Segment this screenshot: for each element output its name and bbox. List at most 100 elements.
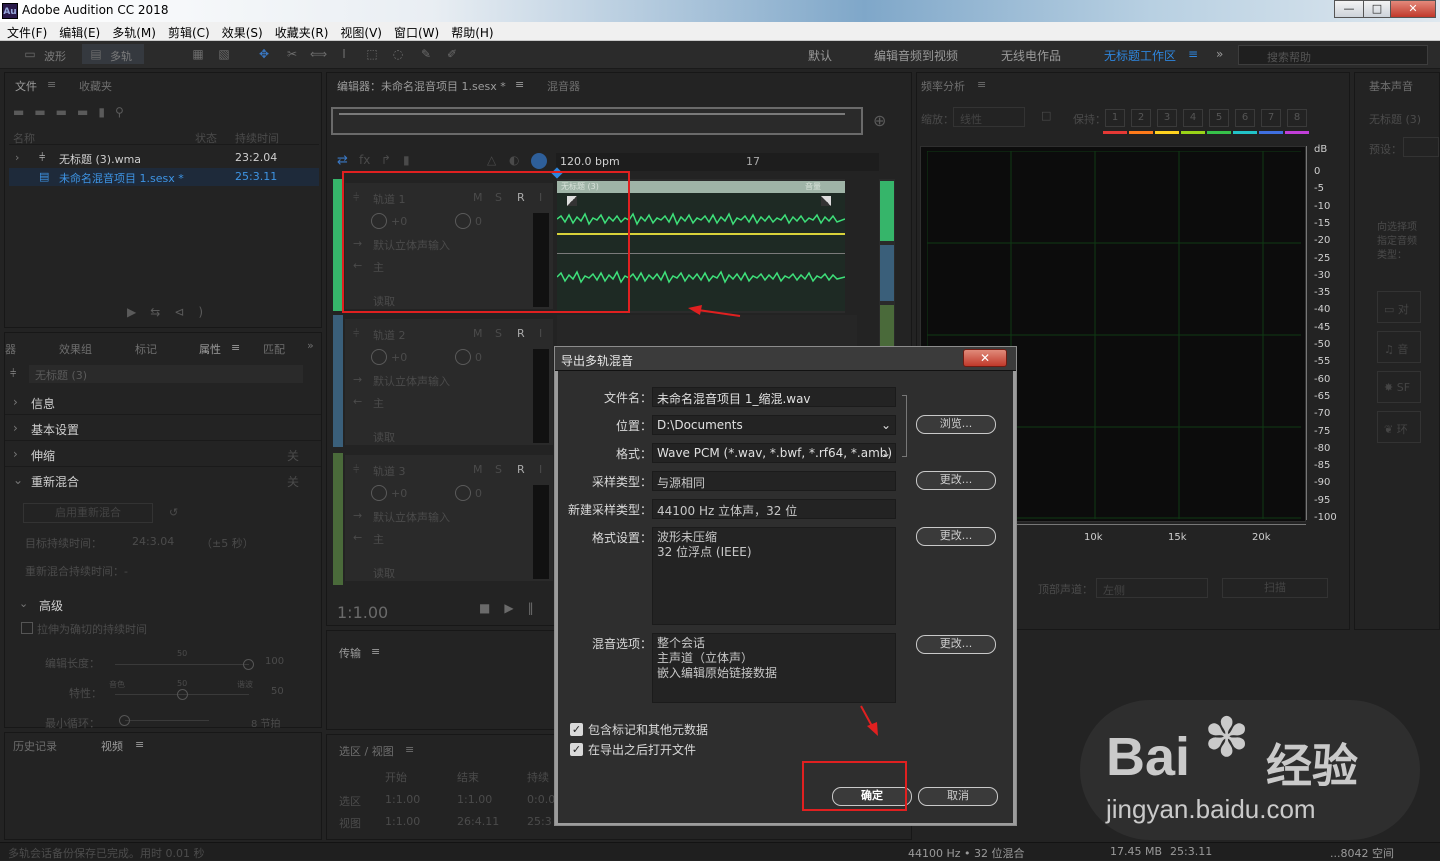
hold-button[interactable]: 5 <box>1209 109 1229 127</box>
razor-tool-icon[interactable]: ✂ <box>284 47 300 61</box>
track-name[interactable]: 轨道 3 <box>373 463 406 479</box>
maximize-button[interactable]: □ <box>1363 0 1391 18</box>
pan-knob[interactable] <box>455 485 471 501</box>
hold-button[interactable]: 7 <box>1261 109 1281 127</box>
track-io-icon[interactable]: ⇄ <box>337 153 348 168</box>
menu-effects[interactable]: 效果(S) <box>215 22 268 41</box>
tab-markers[interactable]: 标记 <box>135 341 157 357</box>
edit-length-slider[interactable] <box>115 664 249 665</box>
current-time[interactable]: 1:1.00 <box>337 603 388 622</box>
transport-tab-menu-icon[interactable]: ≡ <box>371 645 380 658</box>
preset-dropdown[interactable] <box>1403 137 1439 157</box>
menu-clip[interactable]: 剪辑(C) <box>161 22 215 41</box>
cancel-button[interactable]: 取消 <box>918 787 998 806</box>
waveform-view-button[interactable]: 波形 <box>44 48 66 64</box>
zoom-navigator-icon[interactable]: ⊕ <box>873 111 886 130</box>
menu-file[interactable]: 文件(F) <box>0 22 52 41</box>
target-duration-value[interactable]: 24:3.04 <box>132 535 174 548</box>
hold-button[interactable]: 3 <box>1157 109 1177 127</box>
move-tool-icon[interactable]: ✥ <box>256 47 272 61</box>
selection-duration[interactable]: 0:0.0 <box>527 793 555 806</box>
dialogue-type-button[interactable]: ▭ 对 <box>1377 291 1421 323</box>
search-help-input[interactable]: 搜索帮助 <box>1238 45 1428 65</box>
clip-name-field[interactable]: 无标题 (3) <box>29 365 303 383</box>
lasso-tool-icon[interactable]: ◌ <box>390 47 406 61</box>
record-arm-button[interactable]: R <box>517 327 525 340</box>
min-loop-slider[interactable] <box>125 720 209 721</box>
music-type-button[interactable]: ♫ 音 <box>1377 331 1421 363</box>
fade-out-handle[interactable] <box>821 196 831 206</box>
scroll-thumb-2[interactable] <box>880 245 894 301</box>
file-row[interactable]: › ⫩ 无标题 (3).wma 23:2.04 <box>9 149 319 167</box>
location-dropdown[interactable]: D:\Documents ⌄ <box>652 415 896 435</box>
menu-view[interactable]: 视图(V) <box>333 22 387 41</box>
scale-dropdown[interactable]: 线性 <box>953 107 1025 127</box>
file-preview-controls[interactable]: ▶⇆⊲) <box>127 305 217 319</box>
video-tab-menu-icon[interactable]: ≡ <box>135 738 144 751</box>
marquee-tool-icon[interactable]: ⬚ <box>364 47 380 61</box>
hold-button[interactable]: 1 <box>1105 109 1125 127</box>
transport-mini-controls[interactable]: ■▶‖ <box>479 601 548 615</box>
timeline-ruler[interactable]: 120.0 bpm 17 <box>556 153 879 171</box>
track-output[interactable]: 主 <box>373 531 384 547</box>
section-stretch[interactable]: › 伸缩 关 <box>5 441 321 467</box>
tab-effect-groups[interactable]: 效果组 <box>59 341 92 357</box>
view-end[interactable]: 26:4.11 <box>457 815 499 828</box>
solo-button[interactable]: S <box>495 327 502 340</box>
track-output[interactable]: 主 <box>373 395 384 411</box>
workspace-menu-icon[interactable]: ≡ <box>1188 47 1198 61</box>
menu-window[interactable]: 窗口(W) <box>387 22 444 41</box>
selection-tab-menu-icon[interactable]: ≡ <box>405 743 414 756</box>
workspace-radio-production[interactable]: 无线电作品 <box>1001 47 1061 64</box>
section-basic-settings[interactable]: › 基本设置 <box>5 415 321 441</box>
menu-multitrack[interactable]: 多轨(M) <box>105 22 161 41</box>
automation-mode[interactable]: 读取 <box>373 429 395 445</box>
change-mix-options-button[interactable]: 更改... <box>916 635 996 654</box>
view-start[interactable]: 1:1.00 <box>385 815 420 828</box>
track-sends-icon[interactable]: ↱ <box>381 153 391 167</box>
tab-video[interactable]: 视频 <box>101 738 123 754</box>
hold-button[interactable]: 8 <box>1287 109 1307 127</box>
expand-chevron-icon[interactable]: › <box>15 151 19 164</box>
browse-button[interactable]: 浏览... <box>916 415 996 434</box>
tab-mixer[interactable]: 混音器 <box>547 78 580 94</box>
file-row-selected[interactable]: ▤ 未命名混音项目 1.sesx * 25:3.11 <box>9 168 319 186</box>
slider-thumb[interactable] <box>177 689 188 700</box>
pitch-display-icon[interactable]: ▧ <box>216 47 232 61</box>
scroll-thumb-1[interactable] <box>880 181 894 241</box>
automation-mode[interactable]: 读取 <box>373 565 395 581</box>
section-info[interactable]: › 信息 <box>5 389 321 415</box>
tab-effects-rack[interactable]: 器 <box>5 341 16 357</box>
volume-knob[interactable] <box>371 485 387 501</box>
properties-tab-menu-icon[interactable]: ≡ <box>231 341 240 354</box>
change-format-settings-button[interactable]: 更改... <box>916 527 996 546</box>
col-status[interactable]: 状态 <box>195 130 217 146</box>
tab-editor[interactable]: 编辑器：未命名混音项目 1.sesx * <box>337 78 506 94</box>
workspace-edit-audio-to-video[interactable]: 编辑音频到视频 <box>874 47 958 64</box>
hold-button[interactable]: 6 <box>1235 109 1255 127</box>
format-dropdown[interactable]: Wave PCM (*.wav, *.bwf, *.rf64, *.amb) ⌄ <box>652 443 896 463</box>
include-markers-checkbox[interactable]: ✓ <box>570 723 583 736</box>
hold-button[interactable]: 4 <box>1183 109 1203 127</box>
metronome-icon[interactable]: △ <box>487 153 496 167</box>
slip-tool-icon[interactable]: ⟺ <box>310 47 327 61</box>
tab-history[interactable]: 历史记录 <box>13 738 57 754</box>
slider-thumb[interactable] <box>119 715 130 726</box>
overview-bar[interactable] <box>331 107 863 135</box>
minimize-button[interactable]: — <box>1334 0 1364 18</box>
close-button[interactable]: ✕ <box>1390 0 1436 18</box>
input-monitor-button[interactable]: I <box>539 327 542 340</box>
tab-match-loudness[interactable]: 匹配 <box>263 341 285 357</box>
selection-end[interactable]: 1:1.00 <box>457 793 492 806</box>
tab-properties[interactable]: 属性 <box>199 341 221 357</box>
volume-knob[interactable] <box>371 349 387 365</box>
slider-thumb[interactable] <box>243 659 254 670</box>
menu-help[interactable]: 帮助(H) <box>444 22 498 41</box>
headphone-icon[interactable]: ◐ <box>509 153 519 167</box>
tab-essential-sound[interactable]: 基本声音 <box>1369 78 1413 94</box>
multitrack-view-button[interactable]: 多轨 <box>110 48 132 64</box>
brush-tool-icon[interactable]: ✎ <box>418 47 434 61</box>
menu-favorites[interactable]: 收藏夹(R) <box>268 22 334 41</box>
spectral-display-icon[interactable]: ▦ <box>190 47 206 61</box>
filename-input[interactable]: 未命名混音项目 1_缩混.wav <box>652 387 896 407</box>
